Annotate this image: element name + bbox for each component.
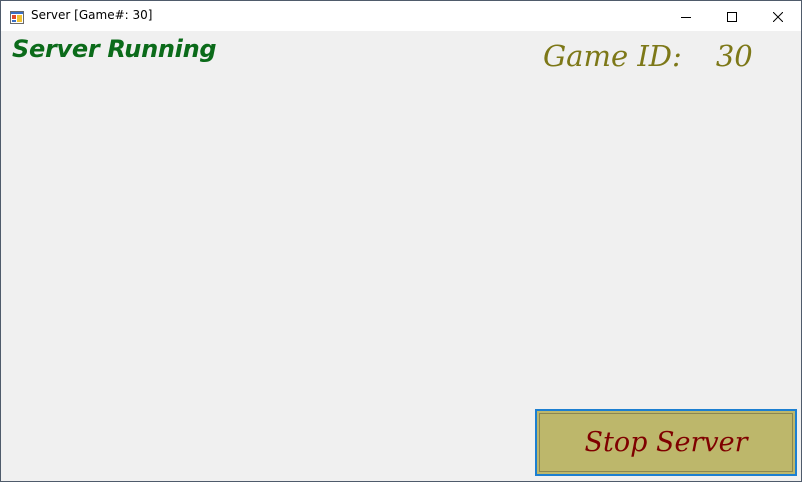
minimize-icon [681, 7, 691, 26]
maximize-icon [727, 7, 737, 26]
stop-server-label: Stop Server [584, 427, 748, 458]
game-id-display: Game ID: 30 [543, 39, 753, 73]
minimize-button[interactable] [663, 1, 709, 31]
game-id-value: 30 [715, 39, 753, 73]
close-button[interactable] [755, 1, 801, 31]
maximize-button[interactable] [709, 1, 755, 31]
window-title: Server [Game#: 30] [31, 8, 153, 22]
stop-server-button[interactable]: Stop Server [535, 409, 797, 476]
title-bar[interactable]: Server [Game#: 30] [1, 1, 801, 31]
client-area: Server Running Game ID: 30 Stop Server [1, 31, 801, 481]
app-window-icon [10, 9, 24, 24]
stop-server-button-face[interactable]: Stop Server [539, 413, 793, 472]
close-icon [772, 7, 784, 26]
game-id-label: Game ID: [543, 39, 682, 73]
server-window: Server [Game#: 30] Server Running Game I… [0, 0, 802, 482]
server-status-label: Server Running [12, 35, 217, 63]
